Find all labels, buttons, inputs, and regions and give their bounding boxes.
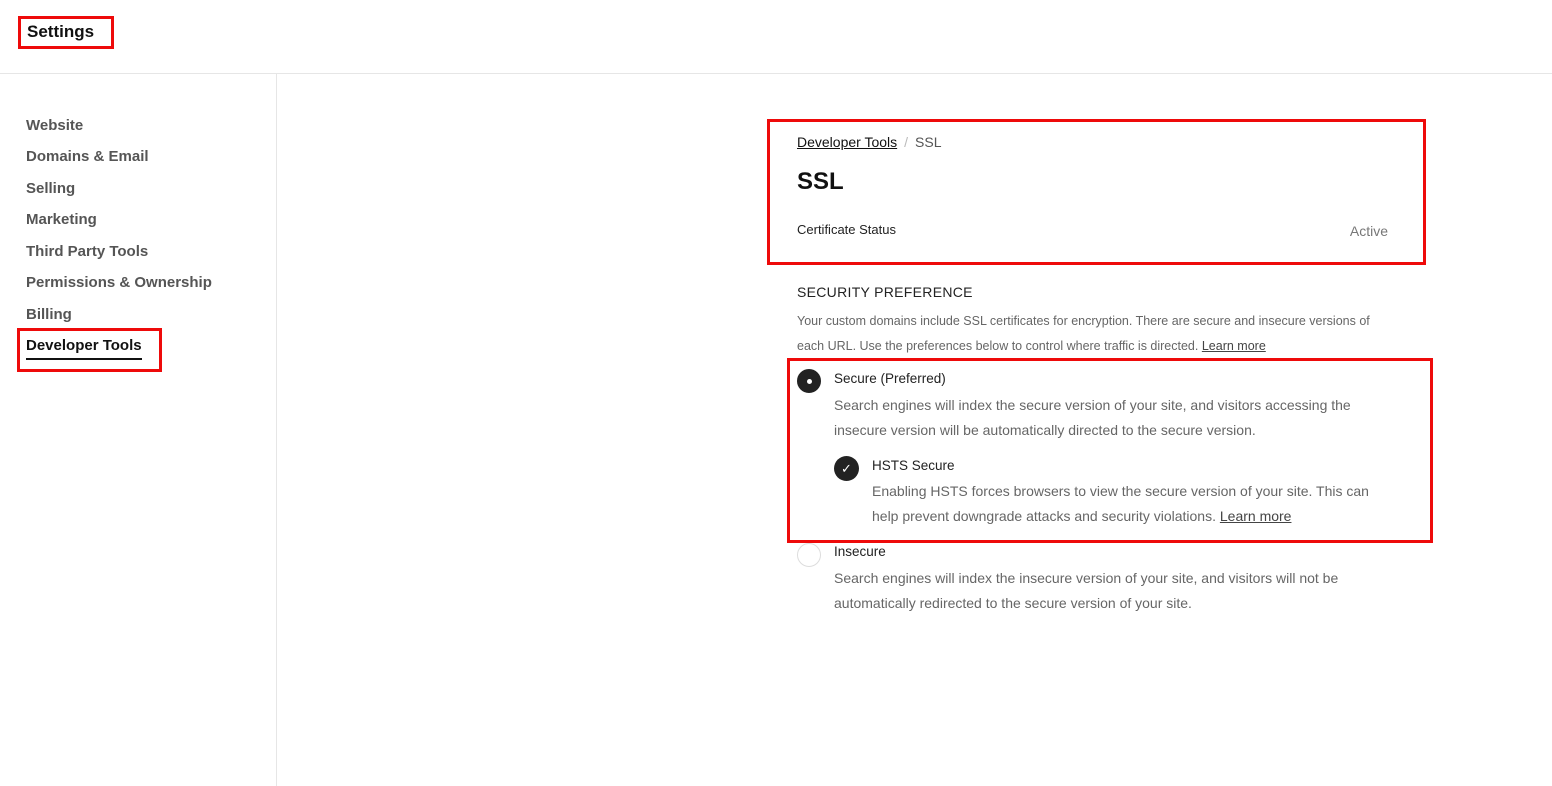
hsts-description-text: Enabling HSTS forces browsers to view th… bbox=[872, 483, 1369, 524]
sidebar-item-marketing[interactable]: Marketing bbox=[26, 211, 97, 228]
sidebar-item-developer-tools[interactable]: Developer Tools bbox=[26, 337, 142, 360]
learn-more-link[interactable]: Learn more bbox=[1202, 339, 1266, 353]
breadcrumb-developer-tools-link[interactable]: Developer Tools bbox=[797, 134, 897, 150]
hsts-label[interactable]: HSTS Secure bbox=[872, 458, 955, 473]
breadcrumb: Developer Tools / SSL bbox=[797, 134, 942, 150]
sidebar: Website Domains & Email Selling Marketin… bbox=[0, 74, 277, 786]
sidebar-item-website[interactable]: Website bbox=[26, 117, 83, 134]
hsts-checkbox[interactable]: ✓ bbox=[834, 456, 859, 481]
security-preference-heading: SECURITY PREFERENCE bbox=[797, 284, 973, 300]
sidebar-item-third-party-tools[interactable]: Third Party Tools bbox=[26, 243, 148, 260]
secure-radio[interactable] bbox=[797, 369, 821, 393]
insecure-option-description: Search engines will index the insecure v… bbox=[834, 570, 1339, 611]
insecure-option-label[interactable]: Insecure bbox=[834, 544, 886, 559]
secure-option-description: Search engines will index the secure ver… bbox=[834, 397, 1351, 438]
sidebar-item-permissions-ownership[interactable]: Permissions & Ownership bbox=[26, 274, 212, 291]
hsts-description: Enabling HSTS forces browsers to view th… bbox=[872, 479, 1392, 529]
hsts-learn-more-link[interactable]: Learn more bbox=[1220, 508, 1292, 524]
breadcrumb-current: SSL bbox=[915, 134, 942, 150]
settings-page: Settings Website Domains & Email Selling… bbox=[0, 0, 1552, 786]
sidebar-item-domains-email[interactable]: Domains & Email bbox=[26, 148, 149, 165]
page-header-title: Settings bbox=[18, 16, 114, 49]
secure-option-label[interactable]: Secure (Preferred) bbox=[834, 371, 946, 386]
page-title: SSL bbox=[797, 168, 844, 195]
certificate-status-label: Certificate Status bbox=[797, 222, 896, 237]
insecure-radio[interactable] bbox=[797, 543, 821, 567]
header: Settings bbox=[0, 0, 1552, 74]
breadcrumb-separator: / bbox=[904, 134, 909, 150]
certificate-status-value: Active bbox=[1349, 223, 1388, 239]
sidebar-item-billing[interactable]: Billing bbox=[26, 306, 72, 323]
sidebar-item-selling[interactable]: Selling bbox=[26, 180, 75, 197]
check-icon: ✓ bbox=[841, 461, 852, 476]
security-description-text: Your custom domains include SSL certific… bbox=[797, 314, 1370, 353]
security-preference-description: Your custom domains include SSL certific… bbox=[797, 309, 1397, 359]
